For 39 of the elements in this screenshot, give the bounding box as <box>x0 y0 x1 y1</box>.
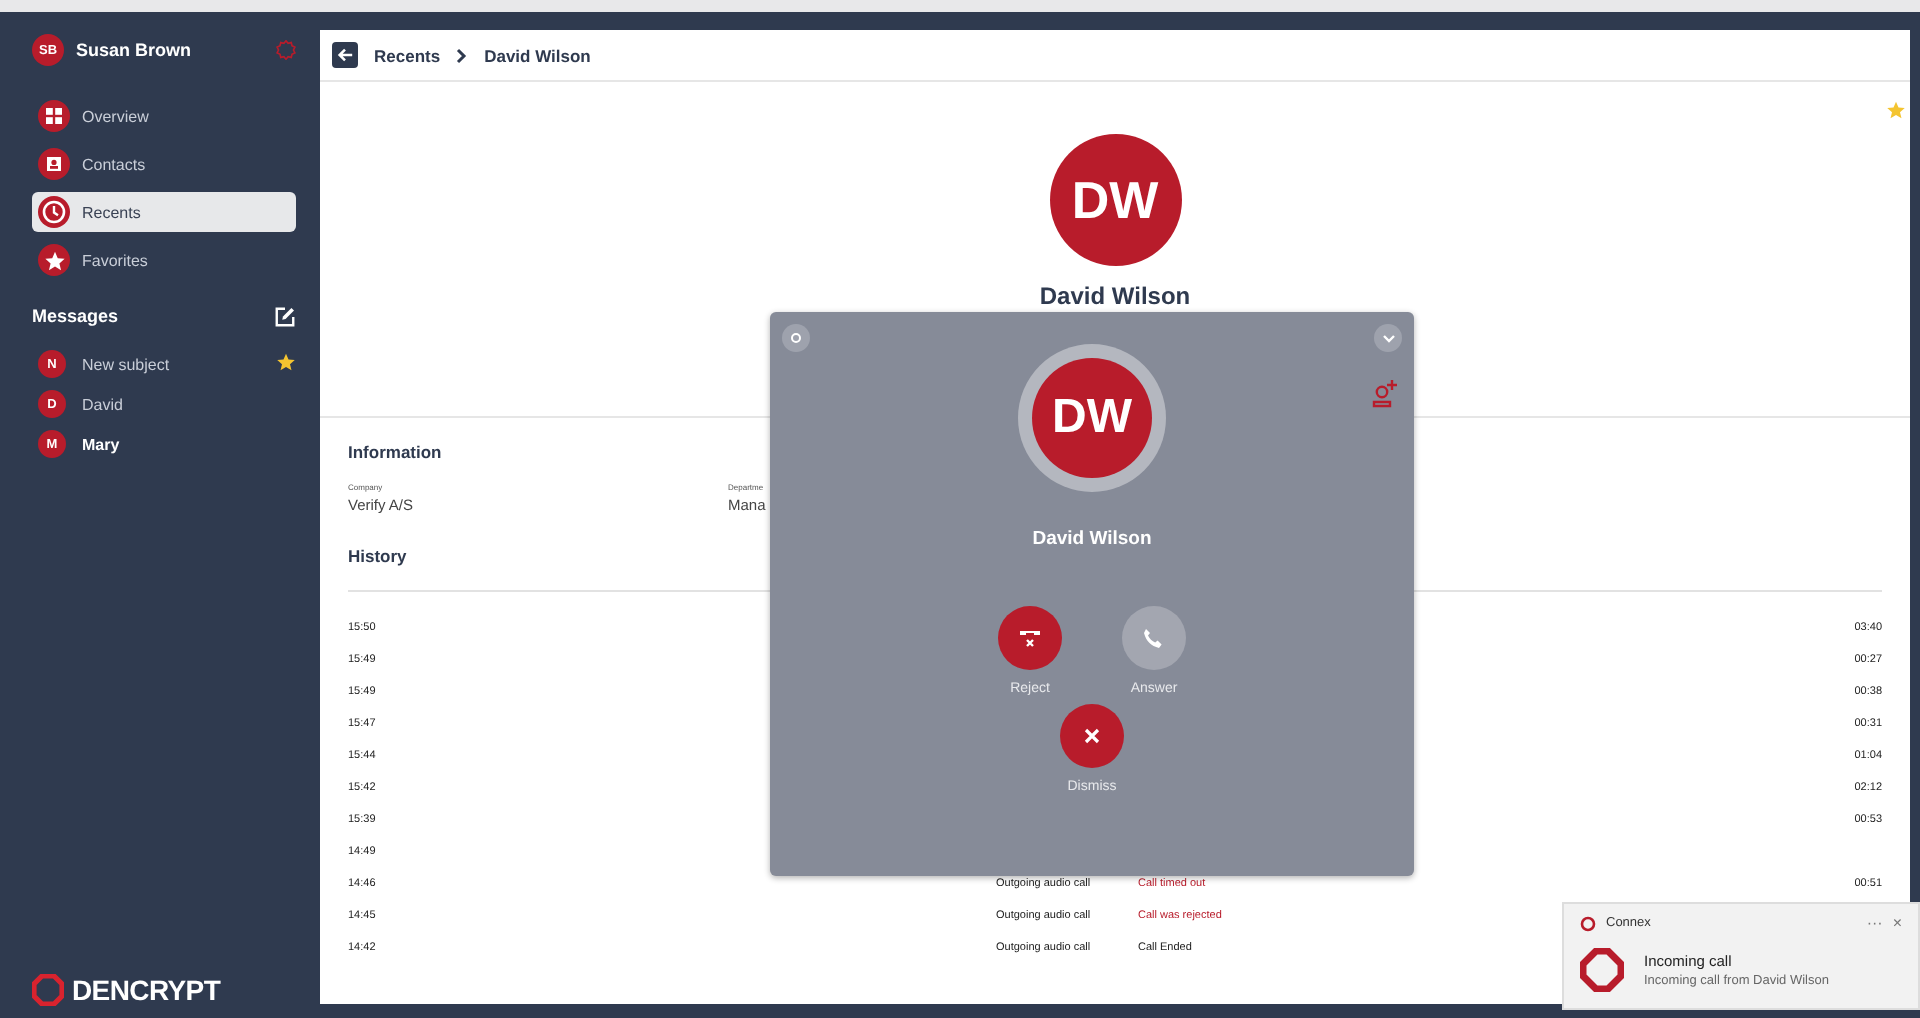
nav-item[interactable]: Overview <box>32 96 296 136</box>
ring-logo-icon <box>1580 948 1624 992</box>
back-button[interactable] <box>332 42 358 68</box>
nav-item[interactable]: Contacts <box>32 144 296 184</box>
more-button[interactable]: ··· <box>1866 914 1883 932</box>
hang-up-icon <box>1018 628 1042 648</box>
app-icon <box>1580 915 1596 931</box>
settings-button[interactable] <box>782 324 810 352</box>
nav-item[interactable]: Favorites <box>32 240 296 280</box>
chevron-icon <box>456 47 469 63</box>
star-icon <box>43 249 65 271</box>
section-title: History <box>348 546 407 566</box>
chevron-down-icon <box>1381 333 1395 343</box>
contact-name: David Wilson <box>1039 282 1191 310</box>
favorite-star-icon <box>1886 100 1906 120</box>
logo-icon <box>32 974 64 1006</box>
contact-avatar: DW <box>1049 134 1181 266</box>
collapse-button[interactable] <box>1374 324 1402 352</box>
caller-name: David Wilson <box>1032 528 1152 550</box>
circle-icon <box>790 332 802 344</box>
user-name: Susan Brown <box>76 40 194 60</box>
messages-heading: Messages <box>32 306 119 326</box>
breadcrumb-link[interactable]: Recents <box>374 45 441 65</box>
nav-item[interactable]: Recents <box>32 192 296 232</box>
logo-text: DENCRYPT <box>72 974 221 1006</box>
section-title: Information <box>348 442 442 462</box>
close-button[interactable]: × <box>1892 914 1902 932</box>
back-arrow-icon <box>336 46 354 64</box>
phone-icon <box>1142 626 1166 650</box>
contact-card-icon <box>46 156 62 172</box>
breadcrumb-current: David Wilson <box>484 45 591 65</box>
clock-icon <box>42 200 66 224</box>
grid-icon <box>46 108 62 124</box>
star-icon <box>276 352 296 372</box>
compose-icon[interactable] <box>274 305 296 327</box>
settings-icon[interactable] <box>276 40 296 60</box>
close-icon <box>1084 728 1100 744</box>
add-contact-icon[interactable] <box>1372 380 1398 408</box>
caller-avatar: DW <box>1032 358 1152 478</box>
